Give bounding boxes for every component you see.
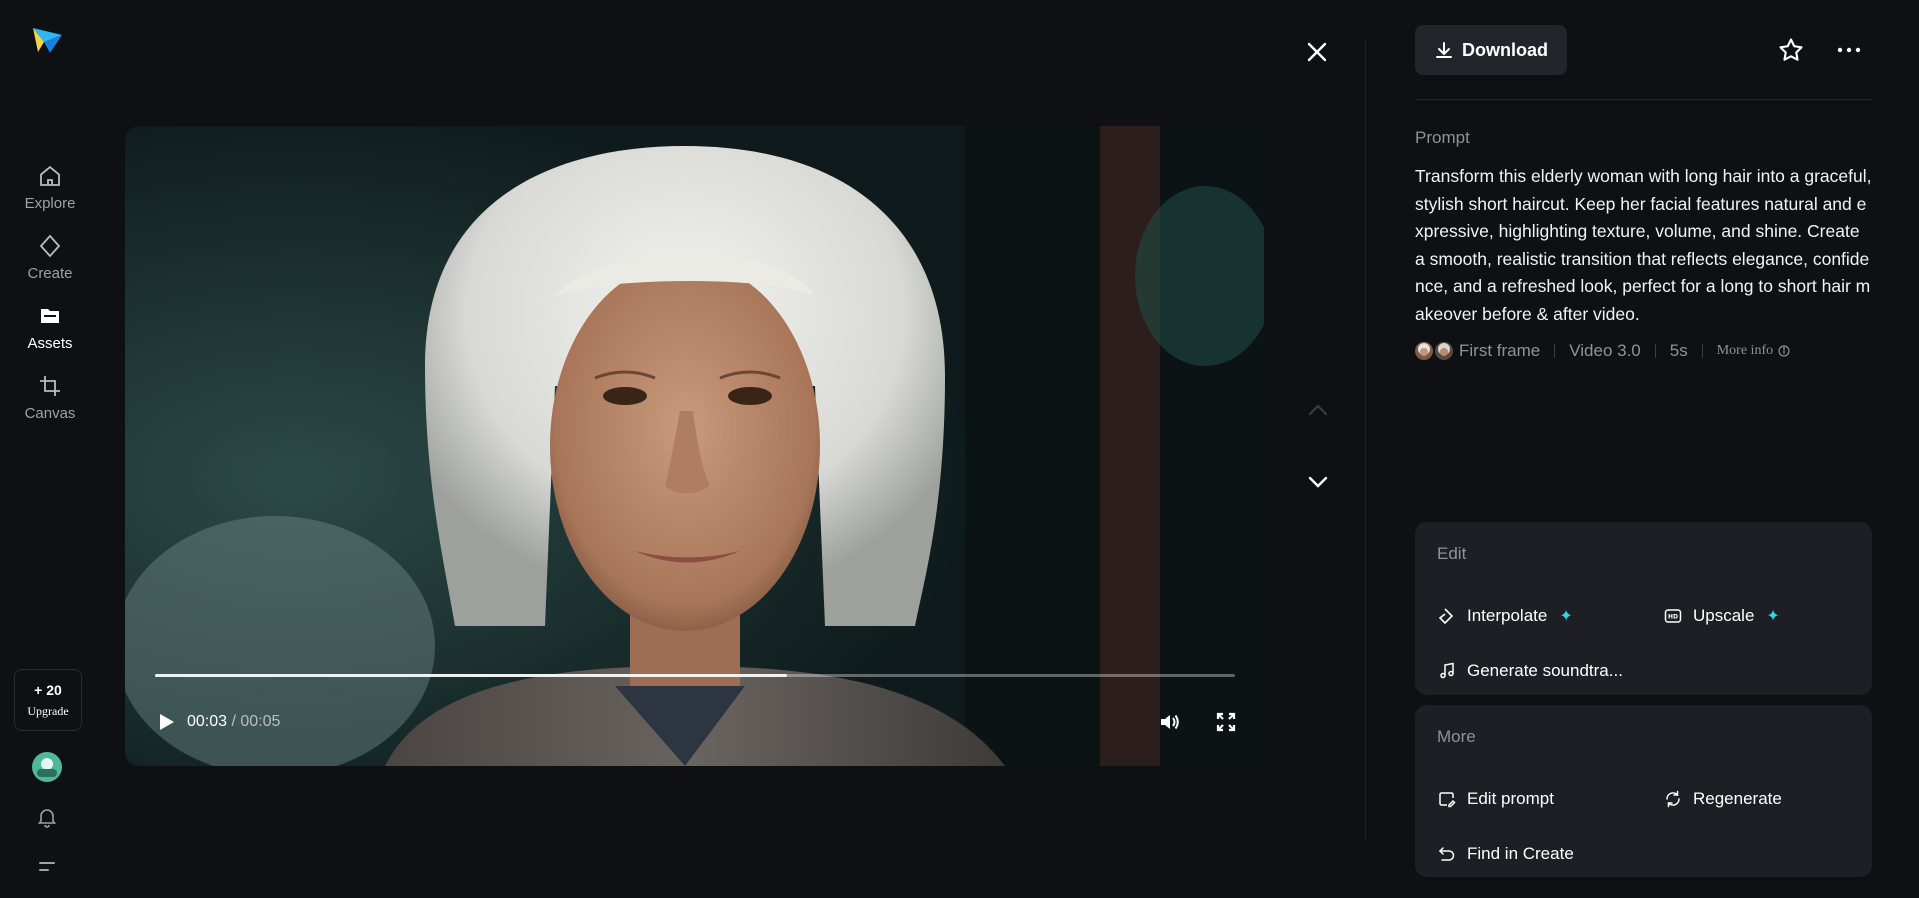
nav-label: Create — [27, 265, 73, 282]
folder-icon — [37, 303, 63, 329]
edit-prompt-button[interactable]: Edit prompt — [1437, 789, 1554, 809]
download-button[interactable]: Download — [1415, 25, 1567, 75]
sparkle-icon: ✦ — [1559, 608, 1573, 625]
upscale-button[interactable]: HD Upscale ✦ — [1663, 606, 1780, 626]
nav-label: Explore — [24, 195, 76, 212]
current-time: 00:03 — [187, 713, 228, 730]
upgrade-label: Upgrade — [27, 703, 69, 718]
meta-separator — [1554, 344, 1556, 358]
edit-title: Edit — [1437, 544, 1467, 563]
find-in-create-button[interactable]: Find in Create — [1437, 844, 1574, 864]
app-logo[interactable] — [30, 22, 64, 56]
generate-soundtrack-label: Generate soundtra... — [1467, 661, 1623, 680]
more-card: More Edit prompt Regenerate Find in Crea… — [1415, 705, 1872, 877]
first-frame-thumbnails — [1415, 342, 1453, 360]
nav-item-assets[interactable]: Assets — [0, 303, 100, 352]
first-frame-label: First frame — [1459, 341, 1541, 360]
diamond-icon — [37, 233, 63, 259]
music-note-icon — [1437, 661, 1457, 681]
edit-card: Edit Interpolate ✦ HD Upscale ✦ Generate… — [1415, 522, 1872, 695]
chevron-up-icon — [1308, 404, 1328, 416]
interpolate-button[interactable]: Interpolate ✦ — [1437, 606, 1573, 626]
play-icon — [160, 714, 174, 730]
prompt-title: Prompt — [1415, 128, 1470, 147]
play-button[interactable] — [153, 709, 179, 735]
chevron-down-icon[interactable] — [1306, 472, 1330, 492]
duration-label: 5s — [1669, 341, 1688, 360]
close-icon[interactable] — [1303, 38, 1331, 66]
menu-icon[interactable] — [38, 858, 58, 876]
credits-count: + 20 — [34, 681, 62, 698]
interpolate-icon — [1437, 606, 1457, 626]
refresh-icon — [1663, 789, 1683, 809]
volume-icon — [1161, 714, 1179, 730]
more-options-icon[interactable] — [1835, 38, 1863, 62]
more-title: More — [1437, 727, 1476, 746]
interpolate-label: Interpolate — [1467, 606, 1548, 625]
nav-item-explore[interactable]: Explore — [0, 163, 100, 212]
video-player[interactable]: 00:03 / 00:05 — [125, 126, 1264, 766]
hd-icon: HD — [1663, 606, 1683, 626]
panel-divider — [1365, 40, 1366, 840]
total-time: 00:05 — [240, 713, 281, 730]
home-icon — [37, 163, 63, 189]
nav-label: Assets — [27, 335, 73, 352]
crop-icon — [37, 373, 63, 399]
find-in-create-label: Find in Create — [1467, 844, 1574, 863]
generate-soundtrack-button[interactable]: Generate soundtra... — [1437, 661, 1623, 681]
meta-separator — [1654, 344, 1656, 358]
model-label: Video 3.0 — [1569, 341, 1641, 360]
thumbnail — [1435, 342, 1453, 360]
meta-separator — [1701, 344, 1703, 358]
edit-prompt-icon — [1437, 789, 1457, 809]
upgrade-button[interactable]: + 20 Upgrade — [14, 669, 82, 731]
panel-separator — [1415, 99, 1872, 100]
fullscreen-button[interactable] — [1213, 709, 1239, 735]
time-separator: / — [227, 713, 241, 730]
return-arrow-icon — [1437, 844, 1457, 864]
app-root: Explore Create Assets Canvas + 20 Upgrad… — [0, 0, 1919, 898]
video-frame-image — [125, 126, 1264, 766]
prompt-text: Transform this elderly woman with long h… — [1415, 166, 1872, 324]
upscale-label: Upscale — [1693, 606, 1755, 625]
regenerate-button[interactable]: Regenerate — [1663, 789, 1782, 809]
download-icon — [1436, 42, 1452, 58]
volume-button[interactable] — [1157, 709, 1183, 735]
details-panel: Download Prompt Transform this elderly w… — [1415, 0, 1872, 898]
star-icon[interactable] — [1777, 36, 1805, 64]
time-display: 00:03 / 00:05 — [187, 713, 280, 731]
more-info-link[interactable]: More info — [1717, 343, 1790, 359]
generation-meta: First frame Video 3.0 5s More info — [1415, 341, 1790, 361]
avatar[interactable] — [32, 752, 62, 782]
sparkle-icon: ✦ — [1766, 608, 1780, 625]
nav-item-create[interactable]: Create — [0, 233, 100, 282]
player-controls: 00:03 / 00:05 — [153, 706, 1239, 738]
side-nav: Explore Create Assets Canvas + 20 Upgrad… — [0, 0, 100, 898]
regenerate-label: Regenerate — [1693, 789, 1782, 808]
progress-fill — [155, 674, 787, 677]
nav-item-canvas[interactable]: Canvas — [0, 373, 100, 422]
nav-label: Canvas — [24, 405, 76, 422]
fullscreen-icon — [1216, 712, 1236, 732]
bell-icon[interactable] — [36, 806, 58, 828]
thumbnail — [1415, 342, 1433, 360]
info-icon — [1778, 345, 1790, 357]
svg-text:HD: HD — [1668, 614, 1678, 621]
download-label: Download — [1462, 39, 1548, 60]
edit-prompt-label: Edit prompt — [1467, 789, 1554, 808]
more-info-label: More info — [1716, 343, 1774, 358]
progress-track[interactable] — [155, 674, 1235, 677]
